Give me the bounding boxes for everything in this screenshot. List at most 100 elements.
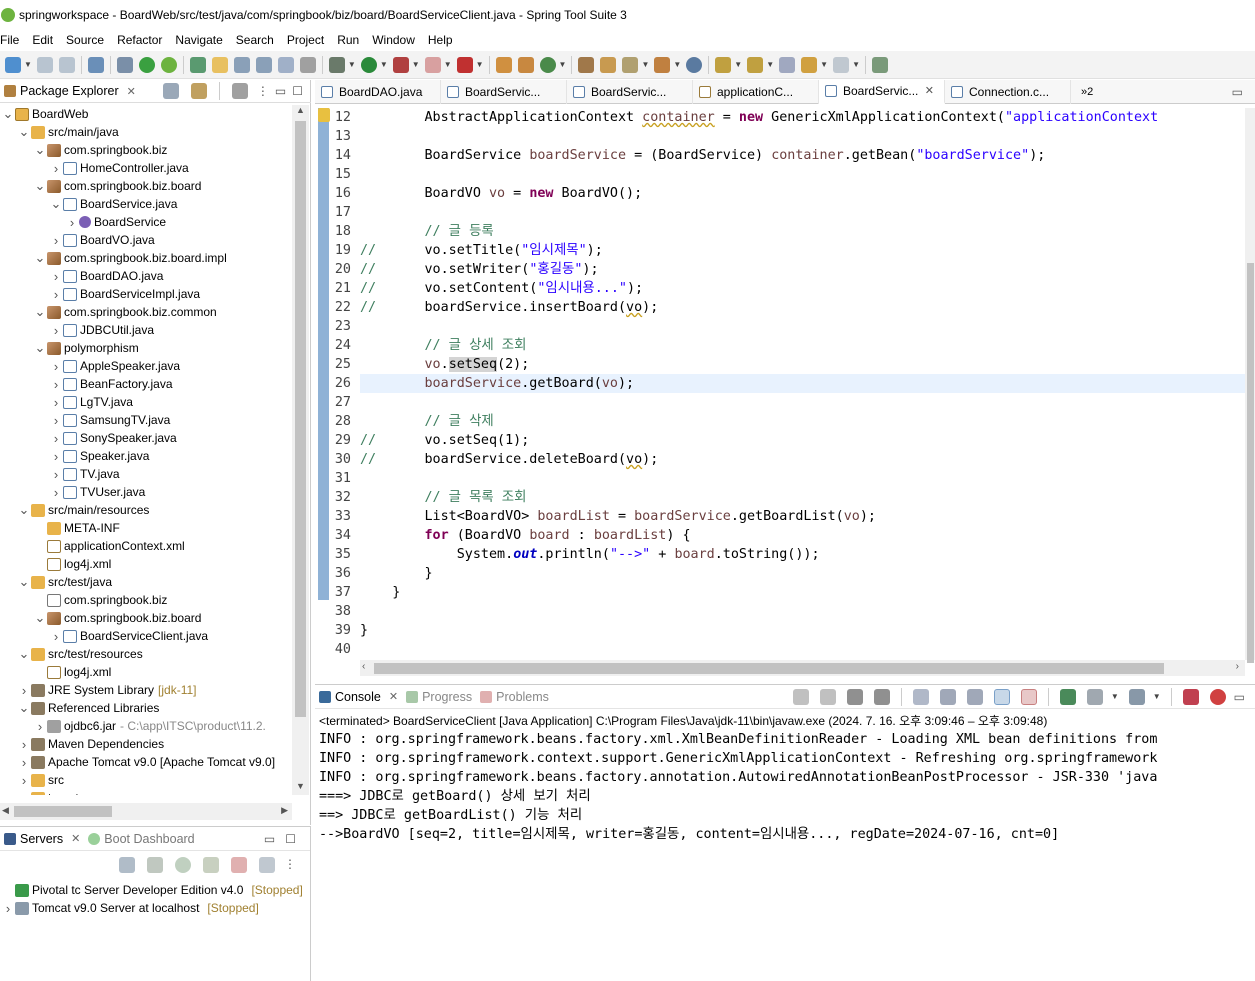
package-explorer-hscrollbar[interactable]: ◀ ▶ <box>0 803 292 820</box>
save-all-icon[interactable] <box>58 56 75 73</box>
show-stderr-icon[interactable] <box>1020 688 1037 705</box>
forward-icon[interactable] <box>833 56 850 73</box>
editor-tab[interactable]: applicationC... <box>693 79 819 104</box>
chevron-right-icon[interactable]: › <box>66 215 78 230</box>
chevron-down-icon[interactable]: ⌄ <box>34 143 46 156</box>
tree-item[interactable]: ⌄ com.springbook.biz.board.impl <box>0 249 292 267</box>
chevron-right-icon[interactable]: › <box>50 395 62 410</box>
tree-item[interactable]: › target <box>0 789 292 795</box>
next-edit-icon[interactable] <box>715 56 732 73</box>
refresh-icon[interactable] <box>160 56 177 73</box>
tree-item[interactable]: META-INF <box>0 519 292 537</box>
chevron-right-icon[interactable]: › <box>50 161 62 176</box>
tree-item[interactable]: › BoardVO.java <box>0 231 292 249</box>
server-item[interactable]: › Tomcat v9.0 Server at localhost [Stopped… <box>0 899 310 917</box>
search-icon[interactable] <box>622 56 639 73</box>
chevron-down-icon[interactable]: ⌄ <box>18 575 30 588</box>
tree-item[interactable]: ⌄ BoardService.java <box>0 195 292 213</box>
menu-help[interactable]: Help <box>428 33 460 47</box>
new-class-icon[interactable] <box>539 56 556 73</box>
tab-problems[interactable]: Problems <box>476 685 553 708</box>
debug-server-icon[interactable] <box>147 857 163 873</box>
start-server-icon[interactable] <box>175 857 191 873</box>
spring-boot-icon[interactable] <box>138 56 155 73</box>
chevron-down-icon[interactable]: ⌄ <box>50 197 62 210</box>
console-output[interactable]: INFO : org.springframework.beans.factory… <box>319 730 1255 844</box>
open-folder-icon[interactable] <box>654 56 671 73</box>
tree-item[interactable]: › HomeController.java <box>0 159 292 177</box>
editor-tab[interactable]: BoardServic... ✕ <box>819 79 945 104</box>
tree-item[interactable]: › Speaker.java <box>0 447 292 465</box>
tree-item[interactable]: › ojdbc6.jar - C:\app\ITSC\product\11.2. <box>0 717 292 735</box>
publish-icon[interactable] <box>259 857 275 873</box>
chevron-right-icon[interactable]: › <box>50 233 62 248</box>
prev-edit-icon[interactable] <box>747 56 764 73</box>
tab-boot-dashboard[interactable]: Boot Dashboard <box>84 827 198 850</box>
display-console-icon[interactable] <box>1086 688 1103 705</box>
tree-item[interactable]: ⌄ Referenced Libraries <box>0 699 292 717</box>
back-icon[interactable] <box>801 56 818 73</box>
tree-item[interactable]: › JDBCUtil.java <box>0 321 292 339</box>
chevron-right-icon[interactable]: › <box>50 413 62 428</box>
open-type-icon[interactable] <box>578 56 595 73</box>
tree-item[interactable]: log4j.xml <box>0 663 292 681</box>
chevron-down-icon[interactable]: ⌄ <box>34 251 46 264</box>
chevron-down-icon[interactable]: ⌄ <box>34 341 46 354</box>
open-task-icon[interactable] <box>600 56 617 73</box>
editor-tab[interactable]: BoardServic... <box>441 79 567 104</box>
chevron-right-icon[interactable]: › <box>50 377 62 392</box>
tree-item[interactable]: › BoardServiceClient.java <box>0 627 292 645</box>
save-icon[interactable] <box>36 56 53 73</box>
menu-source[interactable]: Source <box>66 33 111 47</box>
warning-marker-icon[interactable] <box>318 108 330 122</box>
tree-item[interactable]: › JRE System Library [jdk-11] <box>0 681 292 699</box>
last-edit-icon[interactable] <box>779 56 796 73</box>
chevron-down-icon[interactable]: ⌄ <box>18 503 30 516</box>
collapse-all-icon[interactable] <box>162 83 179 99</box>
globe-icon[interactable] <box>686 56 703 73</box>
chevron-right-icon[interactable]: › <box>18 773 30 788</box>
editor-tab[interactable]: BoardServic... <box>567 79 693 104</box>
external-tools-icon[interactable] <box>456 56 473 73</box>
editor-tab[interactable]: Connection.c... <box>945 79 1071 104</box>
tree-item[interactable]: ⌄ src/test/resources <box>0 645 292 663</box>
tree-item[interactable]: › AppleSpeaker.java <box>0 357 292 375</box>
menu-navigate[interactable]: Navigate <box>175 33 229 47</box>
ant-icon[interactable] <box>1209 688 1226 705</box>
skip-breakpoints-icon[interactable] <box>116 56 133 73</box>
new-java-project-icon[interactable] <box>495 56 512 73</box>
chevron-right-icon[interactable]: › <box>18 683 30 698</box>
stop-icon[interactable] <box>424 56 441 73</box>
more-tabs-button[interactable]: »2 <box>1081 86 1093 98</box>
tree-item[interactable]: log4j.xml <box>0 555 292 573</box>
menu-project[interactable]: Project <box>287 33 331 47</box>
tree-item[interactable]: com.springbook.biz <box>0 591 292 609</box>
tree-item[interactable]: › TVUser.java <box>0 483 292 501</box>
terminate-icon[interactable] <box>819 688 836 705</box>
minimize-icon[interactable]: ▭ <box>1232 85 1243 99</box>
spring-explorer-icon[interactable] <box>189 56 206 73</box>
tree-item[interactable]: › TV.java <box>0 465 292 483</box>
tree-item[interactable]: › Apache Tomcat v9.0 [Apache Tomcat v9.0] <box>0 753 292 771</box>
tree-item[interactable]: ⌄ src/test/java <box>0 573 292 591</box>
focus-icon[interactable] <box>231 83 248 99</box>
open-console-icon[interactable] <box>1128 688 1145 705</box>
next-annotation-icon[interactable] <box>233 56 250 73</box>
scroll-lock-icon[interactable] <box>939 688 956 705</box>
toggle-icon[interactable] <box>277 56 294 73</box>
prev-annotation-icon[interactable] <box>255 56 272 73</box>
close-icon[interactable]: ✕ <box>925 84 934 97</box>
maximize-icon[interactable]: ☐ <box>285 832 296 846</box>
chevron-right-icon[interactable]: › <box>50 629 62 644</box>
menu-file[interactable]: File <box>0 33 26 47</box>
terminal-icon[interactable] <box>87 56 104 73</box>
minimize-icon[interactable]: ▭ <box>1234 690 1245 704</box>
gradle-icon[interactable] <box>1182 688 1199 705</box>
chevron-right-icon[interactable]: › <box>18 737 30 752</box>
tree-item[interactable]: applicationContext.xml <box>0 537 292 555</box>
tree-item[interactable]: ⌄ BoardWeb <box>0 105 292 123</box>
tree-item[interactable]: › LgTV.java <box>0 393 292 411</box>
chevron-down-icon[interactable]: ⌄ <box>18 647 30 660</box>
server-item[interactable]: Pivotal tc Server Developer Edition v4.0… <box>0 881 310 899</box>
tree-item[interactable]: ⌄ com.springbook.biz.common <box>0 303 292 321</box>
